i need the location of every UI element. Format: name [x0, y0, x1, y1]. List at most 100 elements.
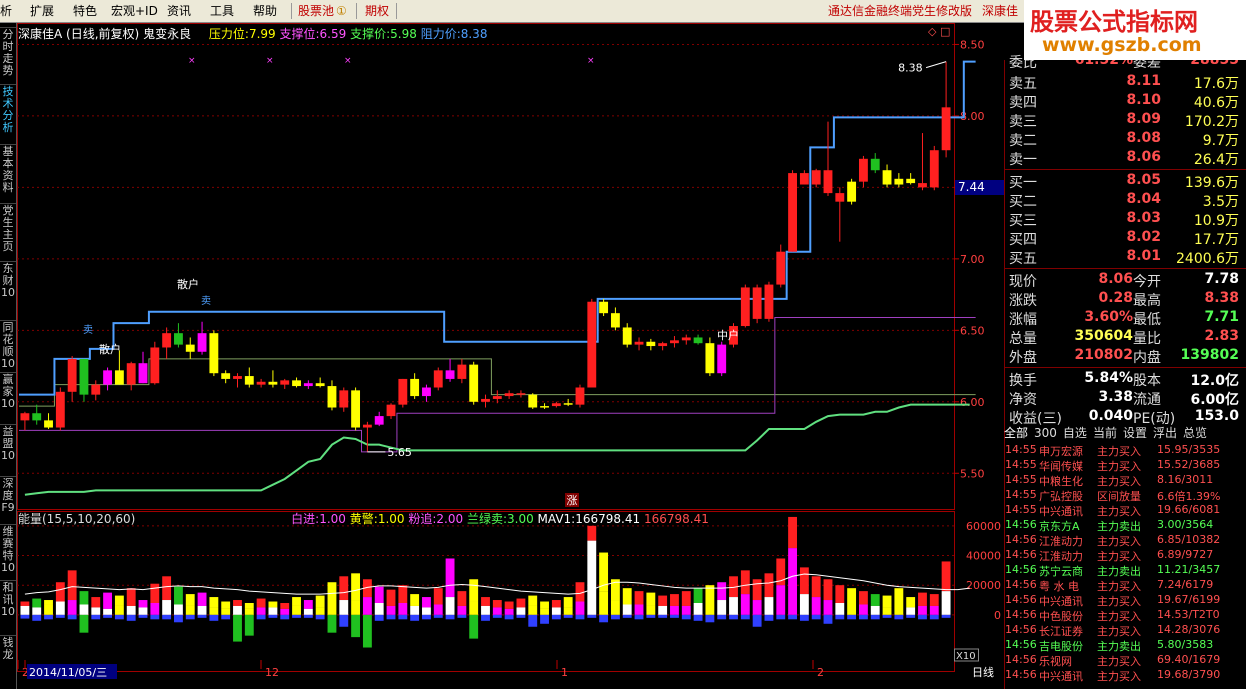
- candle-body[interactable]: [79, 358, 89, 395]
- trade-row[interactable]: 14:56 中兴通讯 主力买入 19.68/3790: [1005, 668, 1245, 683]
- ask-label[interactable]: 卖一: [1009, 149, 1037, 169]
- left-tab-9[interactable]: 维赛特10: [0, 525, 16, 574]
- trade-row[interactable]: 14:55 中兴通讯 主力买入 19.66/6081: [1005, 503, 1245, 518]
- candle-body[interactable]: [185, 344, 195, 352]
- left-tab-4[interactable]: 东财10: [0, 263, 16, 299]
- candle-body[interactable]: [740, 287, 750, 327]
- bid-price[interactable]: 8.02: [1083, 229, 1161, 245]
- left-tab-10[interactable]: 和讯10: [0, 581, 16, 618]
- candle-body[interactable]: [256, 381, 266, 385]
- candle-body[interactable]: [362, 424, 372, 428]
- left-tab-0[interactable]: 分时走势: [0, 29, 16, 77]
- trade-row[interactable]: 14:56 苏宁云商 主力卖出 11.21/3457: [1005, 563, 1245, 578]
- left-tab-8[interactable]: 深度F9: [0, 477, 16, 514]
- candle-body[interactable]: [634, 341, 644, 345]
- candle-body[interactable]: [433, 370, 443, 388]
- indicator-name[interactable]: 鬼变永良: [143, 27, 191, 41]
- candle-body[interactable]: [292, 380, 301, 387]
- candle-body[interactable]: [599, 301, 609, 314]
- menu-item-options[interactable]: 期权: [365, 0, 389, 22]
- candle-body[interactable]: [20, 413, 30, 421]
- candle-body[interactable]: [858, 158, 868, 182]
- candle-body[interactable]: [717, 344, 727, 374]
- candle-body[interactable]: [764, 284, 774, 319]
- ask-label[interactable]: 卖三: [1009, 111, 1037, 131]
- candle-body[interactable]: [492, 396, 502, 399]
- candle-body[interactable]: [658, 343, 668, 347]
- candle-body[interactable]: [528, 394, 538, 408]
- candle-body[interactable]: [174, 333, 183, 345]
- chart-area[interactable]: 8.508.007.507.006.506.005.50600004000020…: [17, 23, 1004, 689]
- trade-row[interactable]: 14:56 中兴通讯 主力买入 19.67/6199: [1005, 593, 1245, 608]
- candle-body[interactable]: [693, 337, 703, 344]
- candle-body[interactable]: [540, 406, 549, 408]
- bid-price[interactable]: 8.05: [1083, 172, 1161, 188]
- left-tab-5[interactable]: 同花顺10: [0, 321, 16, 370]
- corner-icons[interactable]: ◇ □: [928, 25, 950, 38]
- candle-body[interactable]: [91, 384, 101, 395]
- candle-body[interactable]: [410, 378, 420, 397]
- candle-body[interactable]: [681, 337, 691, 341]
- candle-body[interactable]: [55, 391, 65, 428]
- candle-body[interactable]: [622, 327, 632, 345]
- ask-label[interactable]: 卖二: [1009, 130, 1037, 150]
- menu-item-macro[interactable]: 宏观+ID: [111, 0, 158, 22]
- left-tab-11[interactable]: 钱龙: [0, 637, 16, 661]
- ask-price[interactable]: 8.11: [1083, 73, 1161, 89]
- trade-row[interactable]: 14:56 江淮动力 主力买入 6.85/10382: [1005, 533, 1245, 548]
- candle-body[interactable]: [835, 193, 845, 202]
- candle-body[interactable]: [705, 343, 715, 374]
- trade-tab-5[interactable]: 浮出: [1153, 426, 1177, 440]
- candle-body[interactable]: [551, 403, 561, 407]
- candle-body[interactable]: [103, 370, 113, 385]
- candle-body[interactable]: [894, 178, 904, 185]
- menu-item-news[interactable]: 资讯: [167, 0, 191, 22]
- candle-body[interactable]: [788, 173, 797, 252]
- candle-body[interactable]: [303, 383, 313, 387]
- candle-body[interactable]: [481, 398, 490, 402]
- period-label[interactable]: (日线,前复权): [66, 27, 139, 41]
- trade-tab-4[interactable]: 设置: [1123, 426, 1147, 440]
- candle-body[interactable]: [610, 313, 620, 328]
- left-tab-6[interactable]: 赢家10: [0, 373, 16, 410]
- candle-body[interactable]: [280, 380, 290, 385]
- menu-item-extend[interactable]: 扩展: [30, 0, 54, 22]
- candle-body[interactable]: [469, 364, 479, 402]
- candle-body[interactable]: [847, 181, 857, 202]
- trade-tab-3[interactable]: 当前: [1093, 426, 1117, 440]
- candle-body[interactable]: [918, 183, 927, 188]
- bid-label[interactable]: 买二: [1009, 191, 1037, 211]
- trade-tab-0[interactable]: 全部: [1004, 426, 1028, 440]
- candle-body[interactable]: [670, 340, 679, 344]
- left-tab-7[interactable]: 益盟10: [0, 425, 16, 462]
- trade-tab-6[interactable]: 总览: [1183, 426, 1207, 440]
- candle-body[interactable]: [752, 287, 762, 319]
- ask-price[interactable]: 8.09: [1083, 111, 1161, 127]
- menu-item-tools[interactable]: 工具: [210, 0, 234, 22]
- candle-body[interactable]: [244, 376, 254, 385]
- ask-label[interactable]: 卖四: [1009, 92, 1037, 112]
- candle-body[interactable]: [563, 403, 573, 405]
- bid-label[interactable]: 买一: [1009, 172, 1037, 192]
- bid-label[interactable]: 买三: [1009, 210, 1037, 230]
- bid-price[interactable]: 8.04: [1083, 191, 1161, 207]
- trade-row[interactable]: 14:56 长江证券 主力买入 14.28/3076: [1005, 623, 1245, 638]
- trade-row[interactable]: 14:56 粤 水 电 主力买入 7.24/6179: [1005, 578, 1245, 593]
- candle-body[interactable]: [44, 420, 53, 428]
- ask-price[interactable]: 8.10: [1083, 92, 1161, 108]
- candle-body[interactable]: [374, 416, 384, 425]
- trade-row[interactable]: 14:56 中色股份 主力买入 14.53/T2T0: [1005, 608, 1245, 623]
- ask-price[interactable]: 8.06: [1083, 149, 1161, 165]
- candle-body[interactable]: [870, 158, 880, 171]
- candle-body[interactable]: [114, 370, 124, 385]
- bid-label[interactable]: 买五: [1009, 248, 1037, 268]
- trade-row[interactable]: 14:55 广弘控股 区间放量 6.6倍1.39%: [1005, 488, 1245, 503]
- candle-body[interactable]: [67, 358, 77, 392]
- candle-body[interactable]: [197, 333, 207, 352]
- candle-body[interactable]: [209, 333, 219, 374]
- trade-tab-1[interactable]: 300: [1034, 426, 1057, 440]
- candle-body[interactable]: [882, 170, 892, 185]
- trade-row[interactable]: 14:56 吉电股份 主力卖出 5.80/3583: [1005, 638, 1245, 653]
- trade-row[interactable]: 14:56 江淮动力 主力买入 6.89/9727: [1005, 548, 1245, 563]
- candle-body[interactable]: [516, 393, 526, 395]
